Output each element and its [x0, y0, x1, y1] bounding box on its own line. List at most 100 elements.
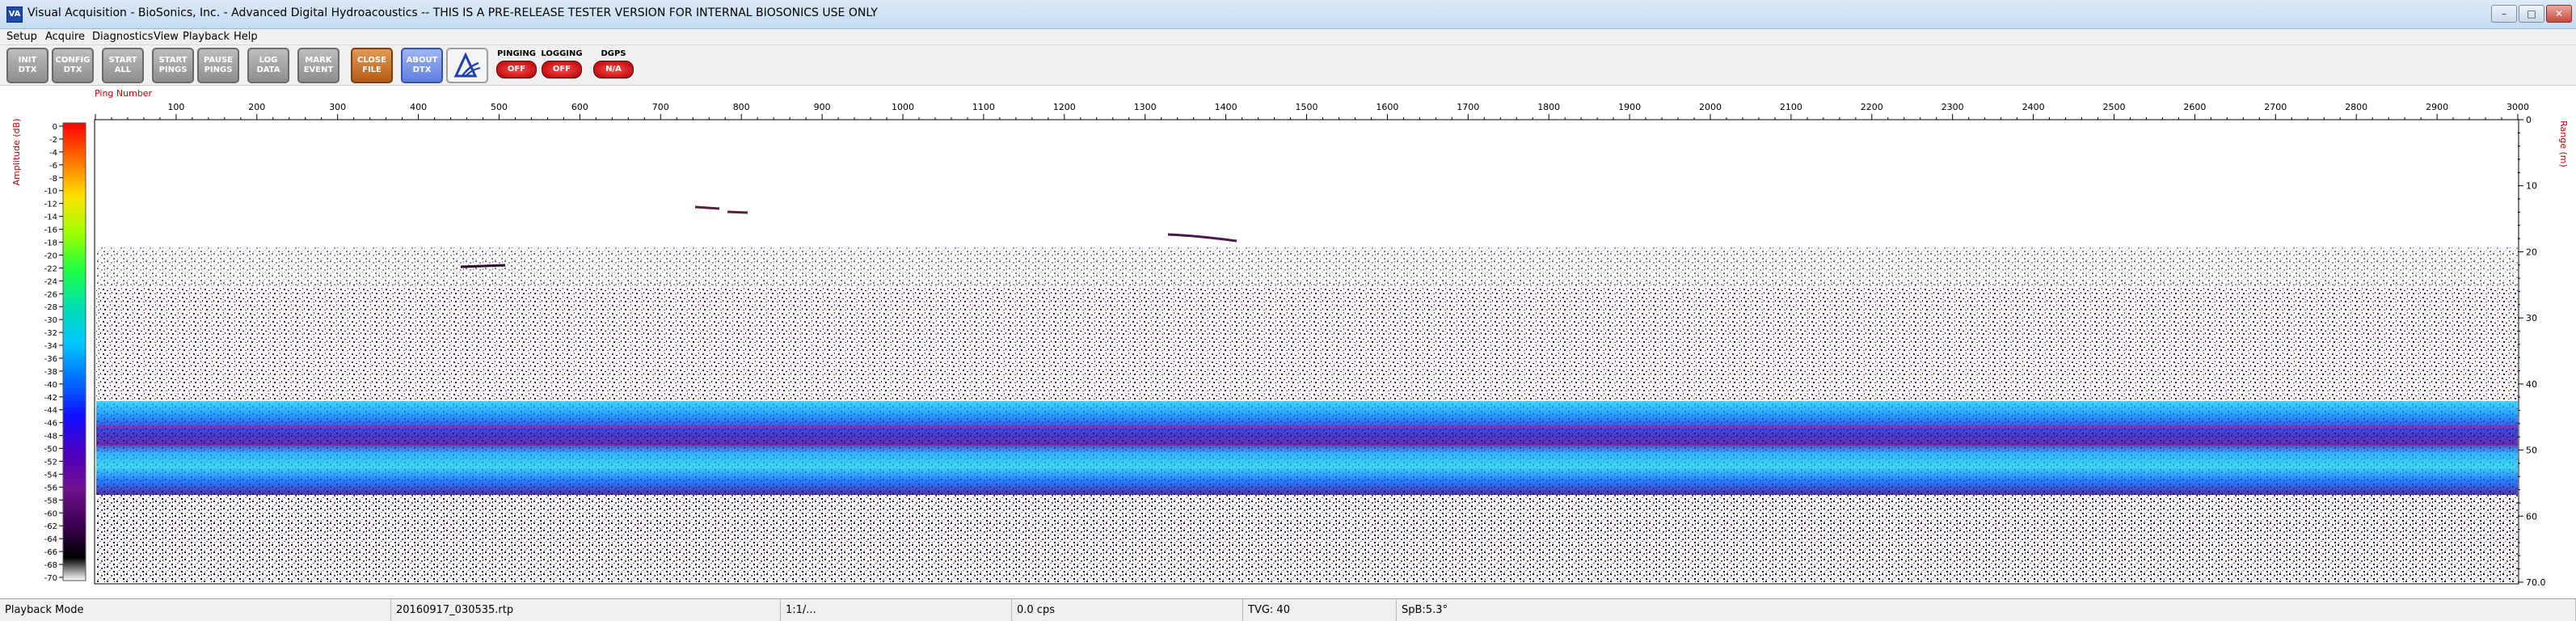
x-tick-label: 1700: [1457, 102, 1479, 112]
x-axis-ticks: 100 200 300 400 500 600 700 800 900 1000 1100 1200 1…: [95, 102, 2529, 120]
x-tick-label: 2800: [2345, 102, 2367, 112]
colorbar-tick-label: -62: [44, 522, 57, 531]
menu-playback[interactable]: Playback: [183, 31, 230, 43]
logging-label: LOGGING: [541, 49, 583, 58]
colorbar: [62, 122, 86, 581]
colorbar-tick-label: -6: [49, 162, 57, 171]
x-tick-label: 2300: [1941, 102, 1964, 112]
colorbar-tick-label: -58: [44, 496, 57, 505]
colorbar-tick-label: -30: [44, 316, 57, 325]
close-file-button[interactable]: CLOSE FILE: [351, 48, 393, 83]
colorbar-tick-label: -64: [44, 535, 57, 544]
x-tick-label: 1200: [1053, 102, 1076, 112]
colorbar-tick-label: -12: [44, 201, 57, 209]
mark-event-button[interactable]: MARK EVENT: [297, 48, 339, 83]
colorbar-tick-label: -40: [44, 381, 57, 390]
close-button[interactable]: ✕: [2546, 5, 2572, 23]
x-tick-label: 1300: [1134, 102, 1157, 112]
colorbar-tick-label: -2: [49, 136, 57, 145]
colorbar-tick-label: -24: [44, 277, 57, 286]
colorbar-tick-label: 0: [53, 123, 57, 132]
x-tick-label: 500: [491, 102, 508, 112]
menu-view[interactable]: View: [154, 31, 179, 43]
start-all-button[interactable]: START ALL: [102, 48, 144, 83]
x-tick-label: 2900: [2426, 102, 2448, 112]
status-ratio: 1:1/...: [781, 599, 1012, 621]
pause-pings-button[interactable]: PAUSE PINGS: [197, 48, 239, 83]
x-tick-label: 1800: [1537, 102, 1560, 112]
colorbar-tick-label: -34: [44, 342, 57, 351]
start-pings-button[interactable]: START PINGS: [152, 48, 194, 83]
range-tick-label: 40: [2526, 379, 2537, 390]
menu-setup[interactable]: Setup: [6, 31, 37, 43]
biosonics-logo-button[interactable]: [446, 48, 488, 83]
dgps-label: DGPS: [601, 49, 626, 58]
pinging-indicator: PINGING OFF: [495, 48, 538, 83]
dgps-state: N/A: [593, 61, 634, 78]
x-tick-label: 900: [814, 102, 831, 112]
pinging-label: PINGING: [497, 49, 536, 58]
maximize-button[interactable]: □: [2519, 5, 2544, 23]
status-file: 20160917_030535.rtp: [391, 599, 781, 621]
colorbar-tick-label: -44: [44, 407, 57, 416]
x-tick-label: 100: [167, 102, 184, 112]
colorbar-tick-label: -36: [44, 355, 57, 364]
colorbar-tick-label: -70: [44, 574, 57, 583]
menu-diagnostics[interactable]: Diagnostics: [92, 31, 153, 43]
status-tvg: TVG: 40: [1243, 599, 1397, 621]
range-axis-ticks: 0 10 20 30 40 50 60 70.0: [2518, 115, 2546, 588]
x-tick-label: 1000: [892, 102, 914, 112]
colorbar-tick-label: -26: [44, 290, 57, 299]
x-tick-label: 600: [571, 102, 588, 112]
status-sp: SpB:5.3°: [1397, 599, 2576, 621]
colorbar-tick-label: -60: [44, 509, 57, 518]
colorbar-tick-label: -68: [44, 561, 57, 570]
colorbar-tick-label: -52: [44, 458, 57, 467]
status-bar: Playback Mode 20160917_030535.rtp 1:1/..…: [0, 598, 2576, 621]
menu-acquire[interactable]: Acquire: [45, 31, 85, 43]
colorbar-tick-label: -10: [44, 188, 57, 196]
x-tick-label: 200: [248, 102, 265, 112]
about-dtx-button[interactable]: ABOUT DTX: [401, 48, 443, 83]
status-rate: 0.0 cps: [1012, 599, 1243, 621]
colorbar-tick-label: -38: [44, 368, 57, 377]
config-dtx-button[interactable]: CONFIG DTX: [52, 48, 94, 83]
colorbar-tick-label: -20: [44, 251, 57, 260]
colorbar-tick-label: -66: [44, 548, 57, 557]
echogram-chart[interactable]: Amplitude (dB) 0 -2 -4 -6 -8 -10 -12 -14 -16 -18 -…: [0, 86, 2576, 598]
x-tick-label: 2400: [2022, 102, 2045, 112]
x-axis-label: Ping Number: [95, 88, 153, 99]
colorbar-tick-label: -8: [49, 175, 57, 184]
colorbar-tick-label: -50: [44, 446, 57, 454]
colorbar-tick-label: -4: [49, 149, 57, 158]
menu-help[interactable]: Help: [234, 31, 258, 43]
x-tick-label: 2700: [2264, 102, 2287, 112]
colorbar-label: Amplitude (dB): [11, 119, 22, 186]
x-tick-label: 1600: [1376, 102, 1398, 112]
x-tick-label: 800: [733, 102, 750, 112]
range-tick-label: 10: [2526, 181, 2537, 192]
init-dtx-button[interactable]: INIT DTX: [6, 48, 48, 83]
colorbar-tick-label: -54: [44, 471, 57, 479]
x-tick-label: 2200: [1861, 102, 1883, 112]
colorbar-tick-label: -14: [44, 213, 57, 222]
echogram-image: [96, 205, 2518, 582]
colorbar-tick-label: -16: [44, 226, 57, 235]
range-axis-label: Range (m): [2558, 120, 2569, 167]
menu-bar: Setup Acquire Diagnostics View Playback …: [0, 29, 2576, 45]
log-data-button[interactable]: LOG DATA: [247, 48, 289, 83]
colorbar-tick-label: -18: [44, 239, 57, 247]
colorbar-ticks: 0 -2 -4 -6 -8 -10 -12 -14 -16 -18 -20 -22 -24 -26 -28 -…: [44, 123, 63, 583]
dgps-indicator: DGPS N/A: [592, 48, 635, 83]
range-tick-label: 30: [2526, 313, 2537, 323]
colorbar-tick-label: -48: [44, 433, 57, 441]
minimize-button[interactable]: –: [2491, 5, 2517, 23]
x-tick-label: 400: [410, 102, 427, 112]
x-tick-label: 2600: [2183, 102, 2206, 112]
logging-indicator: LOGGING OFF: [540, 48, 584, 83]
biosonics-logo-icon: [453, 52, 481, 78]
x-tick-label: 1100: [972, 102, 995, 112]
range-tick-label: 20: [2526, 247, 2537, 257]
colorbar-tick-label: -22: [44, 264, 57, 273]
colorbar-tick-label: -46: [44, 420, 57, 429]
